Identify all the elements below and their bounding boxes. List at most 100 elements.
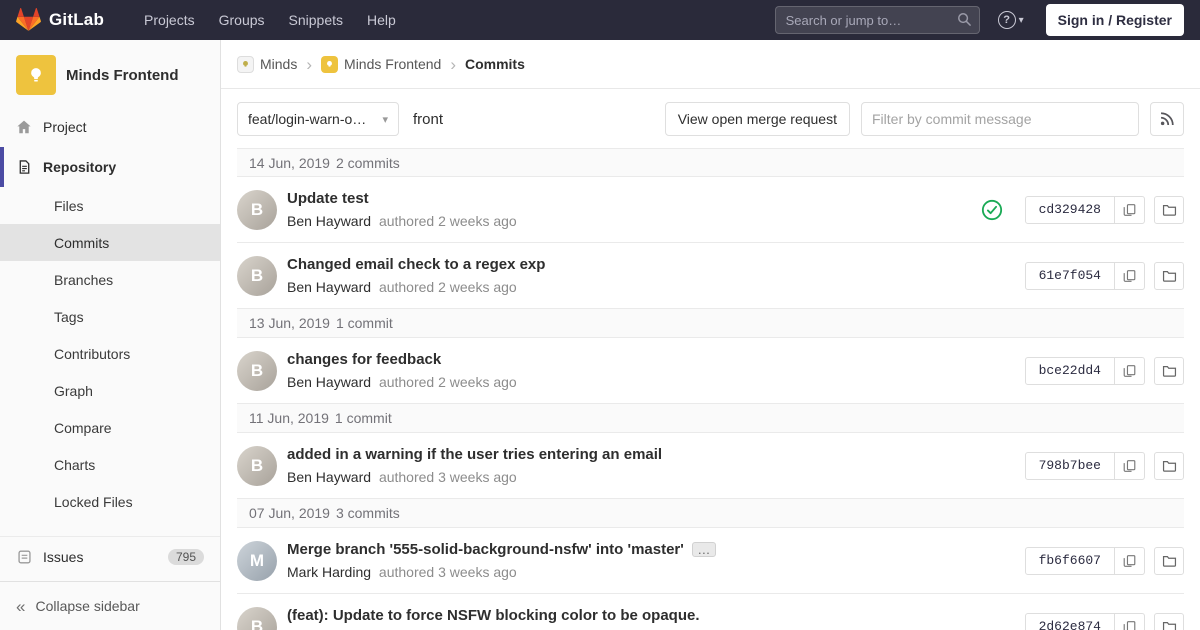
breadcrumb-separator: › (450, 54, 456, 74)
commit-author[interactable]: Mark Harding (287, 564, 371, 580)
main-content: Minds › Minds Frontend › Commits feat/lo… (221, 40, 1200, 630)
avatar[interactable]: B (237, 350, 277, 391)
browse-files-button[interactable] (1154, 195, 1184, 224)
repository-submenu: Files Commits Branches Tags Contributors… (0, 187, 220, 520)
commit-author[interactable]: Ben Hayward (287, 213, 371, 229)
repository-icon (16, 159, 32, 175)
sidebar-item-tags[interactable]: Tags (0, 298, 220, 335)
copy-sha-button[interactable] (1115, 612, 1145, 630)
copy-sha-button[interactable] (1115, 261, 1145, 290)
project-avatar (16, 55, 56, 95)
commit-sha[interactable]: 61e7f054 (1024, 261, 1115, 290)
main-nav: Projects Groups Snippets Help (132, 0, 408, 40)
pipeline-status-icon[interactable] (981, 199, 1003, 221)
nav-item-snippets[interactable]: Snippets (277, 0, 355, 40)
sidebar-item-issues[interactable]: Issues 795 (0, 537, 220, 577)
branch-selector-label: feat/login-warn-o… (248, 111, 367, 127)
help-menu[interactable]: ? ▾ (997, 11, 1024, 29)
sidebar-item-files[interactable]: Files (0, 187, 220, 224)
sidebar-item-project[interactable]: Project (0, 107, 220, 147)
copy-sha-button[interactable] (1115, 546, 1145, 575)
sidebar-item-charts[interactable]: Charts (0, 446, 220, 483)
avatar[interactable]: M (237, 540, 277, 581)
commit-title[interactable]: changes for feedback (287, 351, 441, 368)
expand-message-button[interactable]: … (691, 542, 716, 557)
question-icon: ? (997, 11, 1016, 29)
search-icon (957, 13, 971, 26)
browse-files-button[interactable] (1154, 546, 1184, 575)
commit-list: 14 Jun, 2019 2 commits B Update test Ben… (237, 148, 1184, 630)
sidebar-item-locked-files[interactable]: Locked Files (0, 483, 220, 520)
date-label: 13 Jun, 2019 (249, 315, 330, 331)
sidebar: Minds Frontend Project Repository Files … (0, 40, 221, 630)
commit-author[interactable]: Ben Hayward (287, 469, 371, 485)
clipboard-icon (1123, 269, 1136, 282)
branch-selector[interactable]: feat/login-warn-o… ▾ (237, 102, 399, 136)
copy-sha-button[interactable] (1115, 451, 1145, 480)
nav-item-projects[interactable]: Projects (132, 0, 207, 40)
copy-sha-button[interactable] (1115, 356, 1145, 385)
avatar[interactable]: B (237, 255, 277, 296)
project-context-header[interactable]: Minds Frontend (0, 40, 220, 107)
avatar[interactable]: B (237, 445, 277, 486)
issues-count-badge: 795 (167, 549, 204, 565)
copy-sha-button[interactable] (1115, 195, 1145, 224)
breadcrumb-item-minds[interactable]: Minds (260, 56, 297, 72)
logo-text: GitLab (49, 10, 105, 29)
tanuki-icon (16, 8, 41, 31)
clipboard-icon (1123, 203, 1136, 216)
commit-row: B (feat): Update to force NSFW blocking … (237, 594, 1184, 630)
rss-button[interactable] (1150, 102, 1184, 136)
commit-sha[interactable]: fb6f6607 (1024, 546, 1115, 575)
lightbulb-icon (327, 60, 332, 67)
browse-files-button[interactable] (1154, 612, 1184, 630)
nav-item-groups[interactable]: Groups (207, 0, 277, 40)
sidebar-item-branches[interactable]: Branches (0, 261, 220, 298)
sidebar-item-graph[interactable]: Graph (0, 372, 220, 409)
browse-files-button[interactable] (1154, 356, 1184, 385)
commit-sha[interactable]: cd329428 (1024, 195, 1115, 224)
breadcrumb-item-minds-frontend[interactable]: Minds Frontend (344, 56, 441, 72)
collapse-sidebar-button[interactable]: « Collapse sidebar (0, 581, 220, 630)
commits-controls: feat/login-warn-o… ▾ front View open mer… (237, 102, 1184, 136)
commit-author[interactable]: Ben Hayward (287, 374, 371, 390)
commit-meta: authored 2 weeks ago (378, 374, 517, 390)
commit-row: M Merge branch '555-solid-background-nsf… (237, 528, 1184, 594)
sidebar-item-commits[interactable]: Commits (0, 224, 220, 261)
collapse-icon: « (16, 596, 26, 616)
gitlab-logo[interactable]: GitLab (16, 8, 104, 32)
controls-right: View open merge request (664, 102, 1184, 136)
avatar[interactable]: B (237, 189, 277, 230)
avatar[interactable]: B (237, 606, 277, 630)
commit-title[interactable]: (feat): Update to force NSFW blocking co… (287, 607, 700, 624)
commit-title[interactable]: Merge branch '555-solid-background-nsfw'… (287, 541, 684, 558)
commit-author[interactable]: Ben Hayward (287, 279, 371, 295)
commit-sha[interactable]: 798b7bee (1024, 451, 1115, 480)
sidebar-item-repository[interactable]: Repository (0, 147, 220, 187)
commit-sha[interactable]: bce22dd4 (1024, 356, 1115, 385)
date-label: 11 Jun, 2019 (249, 410, 329, 426)
browse-files-button[interactable] (1154, 451, 1184, 480)
chevron-down-icon: ▾ (382, 113, 388, 126)
project-name: Minds Frontend (66, 66, 179, 84)
browse-files-button[interactable] (1154, 261, 1184, 290)
folder-icon (1162, 270, 1176, 282)
commit-title[interactable]: Changed email check to a regex exp (287, 256, 545, 273)
clipboard-icon (1123, 364, 1136, 377)
folder-icon (1162, 365, 1176, 377)
sign-in-button[interactable]: Sign in / Register (1045, 4, 1184, 36)
breadcrumb-avatar-minds (237, 55, 254, 73)
commit-title[interactable]: Update test (287, 190, 369, 207)
folder-icon (1162, 555, 1176, 567)
search-input[interactable] (774, 6, 980, 34)
commit-filter-input[interactable] (861, 102, 1139, 136)
commit-row: B Changed email check to a regex exp Ben… (237, 243, 1184, 309)
sidebar-item-contributors[interactable]: Contributors (0, 335, 220, 372)
commit-sha[interactable]: 2d62e874 (1024, 612, 1115, 630)
path-label: front (413, 110, 444, 128)
view-mr-button[interactable]: View open merge request (664, 102, 850, 136)
nav-item-help[interactable]: Help (355, 0, 408, 40)
sidebar-item-compare[interactable]: Compare (0, 409, 220, 446)
commit-title[interactable]: added in a warning if the user tries ent… (287, 446, 662, 463)
commit-meta: authored 3 weeks ago (378, 564, 517, 580)
